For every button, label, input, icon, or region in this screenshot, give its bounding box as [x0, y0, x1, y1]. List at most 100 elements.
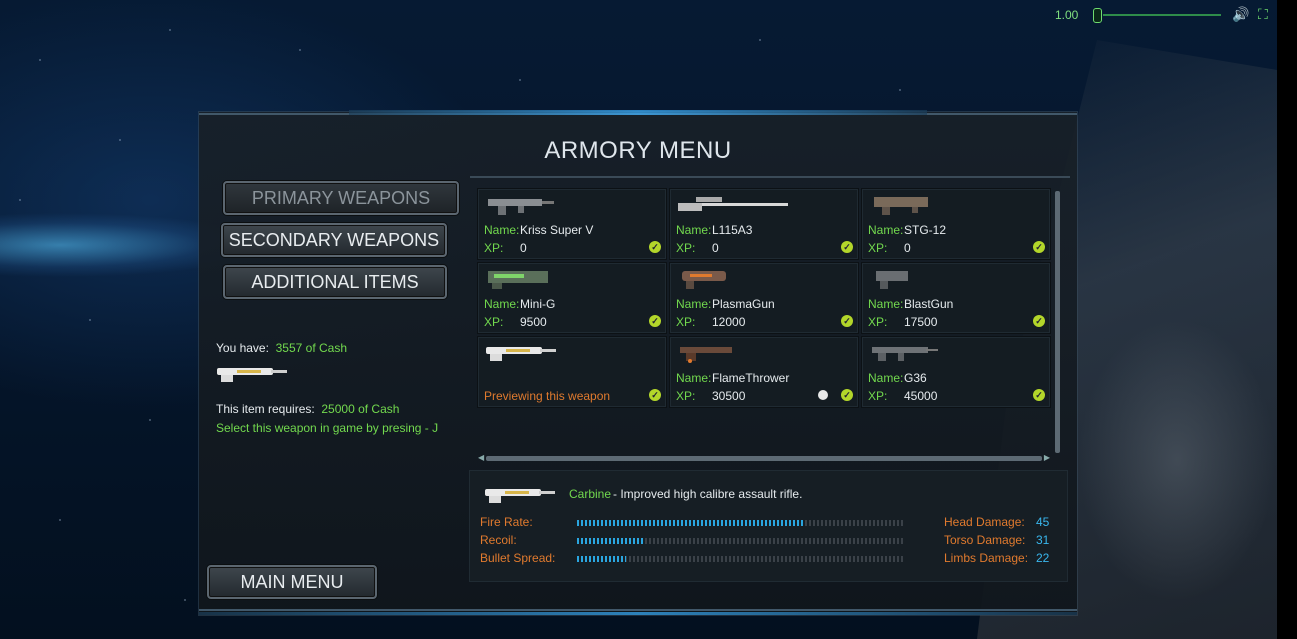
grid-vertical-scrollbar[interactable] — [1054, 183, 1061, 461]
recoil-fill — [577, 538, 646, 544]
additional-items-button[interactable]: ADDITIONAL ITEMS — [223, 265, 447, 299]
panel-frame-bottom — [199, 603, 1077, 617]
weapon-xp-row: XP: 12000 — [676, 315, 745, 329]
weapon-xp: 30500 — [712, 389, 746, 403]
check-icon: ✓ — [841, 389, 853, 401]
bullet-spread-label: Bullet Spread: — [480, 551, 556, 565]
name-label: Name: — [868, 223, 904, 237]
primary-weapons-button[interactable]: PRIMARY WEAPONS — [223, 181, 459, 215]
name-label: Name: — [676, 297, 712, 311]
xp-label: XP: — [868, 389, 888, 403]
xp-label: XP: — [868, 241, 888, 255]
check-icon: ✓ — [841, 241, 853, 253]
grid-horizontal-scrollbar[interactable]: ◀ ▶ — [478, 453, 1050, 463]
speaker-icon[interactable]: 🔊 — [1232, 6, 1249, 23]
head-damage-value: 45 — [1036, 515, 1050, 529]
requirement-label: This item requires: — [216, 402, 315, 416]
weapon-card-g36[interactable]: Name:G36 XP: 45000 ✓ — [861, 336, 1051, 408]
weapon-card-plasmagun[interactable]: Name:PlasmaGun XP: 12000 ✓ — [669, 262, 859, 334]
secondary-weapons-button[interactable]: SECONDARY WEAPONS — [221, 223, 447, 257]
kriss-gun-icon — [488, 199, 554, 215]
weapon-name: BlastGun — [904, 297, 954, 311]
check-icon: ✓ — [1033, 241, 1045, 253]
name-label: Name: — [676, 223, 712, 237]
weapon-grid: Name:Kriss Super V XP: 0 ✓ Name:L115A3 XP… — [477, 188, 1051, 410]
weapon-name-row: Name:Mini-G — [484, 297, 555, 311]
weapon-card-l115a3[interactable]: Name:L115A3 XP: 0 ✓ — [669, 188, 859, 260]
weapon-card-stg12[interactable]: Name:STG-12 XP: 0 ✓ — [861, 188, 1051, 260]
fullscreen-icon[interactable]: ⛶ — [1258, 6, 1268, 23]
bullet-spread-bar — [577, 556, 903, 562]
check-icon: ✓ — [1033, 315, 1045, 327]
cash-value: 3557 of Cash — [275, 341, 348, 355]
blast-gun-icon — [876, 271, 908, 289]
g36-gun-icon — [872, 347, 938, 361]
recoil-bar — [577, 538, 903, 544]
weapon-name-row: Name:L115A3 — [676, 223, 752, 237]
weapon-xp: 12000 — [712, 315, 746, 329]
requirement-info: This item requires: 25000 of Cash — [216, 402, 399, 416]
weapon-card-minig[interactable]: Name:Mini-G XP: 9500 ✓ — [477, 262, 667, 334]
weapon-xp: 45000 — [904, 389, 938, 403]
weapon-xp-row: XP: 0 — [484, 241, 527, 255]
weapon-name: L115A3 — [712, 223, 753, 237]
torso-damage-label: Torso Damage: — [944, 533, 1026, 547]
xp-label: XP: — [484, 315, 504, 329]
cash-info: You have: 3557 of Cash — [216, 341, 347, 355]
weapon-xp-row: XP: 9500 — [484, 315, 547, 329]
limbs-damage-value: 22 — [1036, 551, 1050, 565]
skull-icon — [818, 390, 828, 400]
fire-rate-bar — [577, 520, 903, 526]
xp-label: XP: — [868, 315, 888, 329]
weapon-xp: 0 — [712, 241, 719, 255]
torso-damage-value: 31 — [1036, 533, 1050, 547]
weapon-name-row: Name:PlasmaGun — [676, 297, 775, 311]
weapon-card-kriss[interactable]: Name:Kriss Super V XP: 0 ✓ — [477, 188, 667, 260]
carbine-gun-icon — [486, 347, 556, 361]
check-icon: ✓ — [649, 241, 661, 253]
volume-slider-track[interactable] — [1103, 14, 1221, 16]
xp-label: XP: — [676, 241, 696, 255]
weapon-name: Mini-G — [520, 297, 556, 311]
weapon-xp: 9500 — [520, 315, 547, 329]
page-title: ARMORY MENU — [544, 137, 732, 164]
xp-label: XP: — [676, 389, 696, 403]
check-icon: ✓ — [649, 315, 661, 327]
weapon-card-flamethrower[interactable]: Name:FlameThrower XP: 30500 ✓ — [669, 336, 859, 408]
vertical-scroll-thumb[interactable] — [1055, 191, 1060, 453]
weapon-card-carbine-preview[interactable]: Previewing this weapon ✓ — [477, 336, 667, 408]
requirement-value: 25000 of Cash — [321, 402, 400, 416]
xp-label: XP: — [676, 315, 696, 329]
weapon-name: G36 — [904, 371, 927, 385]
horizontal-scroll-thumb[interactable] — [486, 456, 1042, 461]
weapon-name: FlameThrower — [712, 371, 790, 385]
weapon-name-row: Name:BlastGun — [868, 297, 953, 311]
fire-rate-fill — [577, 520, 806, 526]
scroll-left-icon[interactable]: ◀ — [478, 453, 484, 462]
panel-frame-top — [199, 110, 1077, 120]
weapon-name-row: Name:G36 — [868, 371, 927, 385]
version-label: 1.00 — [1055, 8, 1079, 22]
weapon-name-row: Name:Kriss Super V — [484, 223, 593, 237]
xp-label: XP: — [484, 241, 504, 255]
weapon-xp-row: XP: 0 — [868, 241, 911, 255]
plasma-gun-icon — [682, 271, 726, 289]
weapon-card-blastgun[interactable]: Name:BlastGun XP: 17500 ✓ — [861, 262, 1051, 334]
preview-label: Previewing this weapon — [484, 389, 611, 403]
weapon-xp-row: XP: 45000 — [868, 389, 937, 403]
check-icon: ✓ — [1033, 389, 1045, 401]
detail-weapon-name: Carbine — [569, 487, 612, 501]
selected-weapon-icon — [217, 368, 287, 382]
name-label: Name: — [868, 297, 904, 311]
weapon-xp-row: XP: 17500 — [868, 315, 937, 329]
weapon-name-row: Name:FlameThrower — [676, 371, 789, 385]
volume-slider-knob[interactable] — [1093, 8, 1102, 23]
weapon-name: Kriss Super V — [520, 223, 594, 237]
weapon-xp-row: XP: 0 — [676, 241, 719, 255]
name-label: Name: — [484, 297, 520, 311]
scroll-right-icon[interactable]: ▶ — [1044, 453, 1050, 462]
main-menu-button[interactable]: MAIN MENU — [207, 565, 377, 599]
cash-label: You have: — [216, 341, 269, 355]
top-bar: 1.00 🔊 ⛶ — [0, 0, 1297, 30]
detail-weapon-description: - Improved high calibre assault rifle. — [613, 487, 803, 501]
